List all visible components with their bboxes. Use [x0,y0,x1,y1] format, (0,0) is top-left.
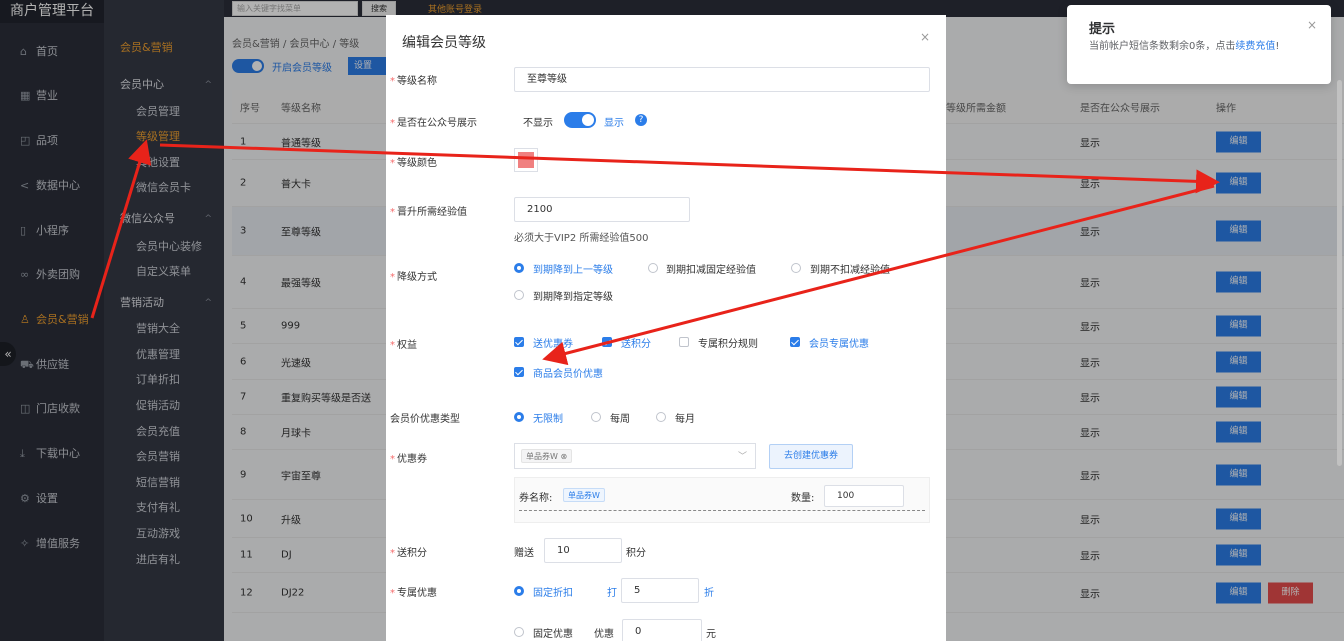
page-scrollbar[interactable] [1337,80,1342,466]
level-color-picker[interactable] [514,148,538,172]
public-display-toggle[interactable] [564,112,596,128]
rights-label: * 权益 [390,340,417,351]
member-price-radio[interactable] [656,412,666,422]
help-icon[interactable]: ? [635,114,647,126]
public-display-label: * 是否在公众号展示 [390,118,477,129]
discount-suffix: 折 [704,588,714,599]
rights-option-label[interactable]: 会员专属优惠 [809,335,869,350]
rights-checkbox[interactable] [679,337,689,347]
downgrade-option-radio[interactable] [514,290,524,300]
coupon-label: * 优惠券 [390,454,427,465]
downgrade-option-radio[interactable] [791,263,801,273]
member-price-type-label: 会员价优惠类型 [390,414,460,425]
rights-checkbox[interactable] [514,337,524,347]
edit-member-level-dialog: 编辑会员等级 × * 等级名称 至尊等级 * 是否在公众号展示 不显示 显示 ? *… [386,15,946,641]
discount-input[interactable]: 5 [621,578,699,603]
level-color-label: * 等级颜色 [390,158,437,169]
level-name-input[interactable]: 至尊等级 [514,67,930,92]
public-off-label: 不显示 [523,118,553,129]
coupon-name-tag: 单品券W [563,488,605,502]
member-price-option-label[interactable]: 每周 [610,410,630,425]
send-points-suffix: 积分 [626,548,646,559]
member-price-option-label[interactable]: 无限制 [533,410,563,425]
coupon-select[interactable]: 单品券W ⊗ ﹀ [514,443,756,469]
coupon-box-divider [519,510,925,511]
downgrade-option-label[interactable]: 到期扣减固定经验值 [666,261,756,276]
dialog-title: 编辑会员等级 [402,35,486,51]
coupon-detail-box: 券名称: 单品券W 数量: 100 [514,477,930,523]
discount-prefix: 打 [607,588,617,599]
downgrade-option-radio[interactable] [648,263,658,273]
notification-toast: 提示 × 当前帐户短信条数剩余0条，点击续费充值! [1067,5,1331,84]
fixed-discount-label[interactable]: 固定折扣 [533,584,573,599]
level-name-label: * 等级名称 [390,76,437,87]
required-exp-label: * 晋升所需经验值 [390,207,467,218]
send-points-label: * 送积分 [390,548,427,559]
coupon-qty-input[interactable]: 100 [824,485,904,507]
close-icon[interactable]: × [1307,18,1317,32]
toast-message-text: 当前帐户短信条数剩余0条，点击 [1089,41,1236,52]
renew-link[interactable]: 续费充值 [1235,41,1275,52]
member-price-radio[interactable] [591,412,601,422]
create-coupon-button[interactable]: 去创建优惠券 [769,444,853,469]
send-points-input[interactable]: 10 [544,538,622,563]
downgrade-label: * 降级方式 [390,272,437,283]
color-swatch-fill [518,152,534,168]
chevron-down-icon: ﹀ [737,452,747,462]
required-exp-hint: 必须大于VIP2 所需经验值500 [514,233,649,244]
fixed-discount-radio[interactable] [514,586,524,596]
amount-suffix: 元 [706,629,716,640]
selected-coupon-tag: 单品券W ⊗ [521,449,573,463]
member-price-radio[interactable] [514,412,524,422]
downgrade-option-radio[interactable] [514,263,524,273]
close-icon[interactable]: × [920,30,930,44]
member-price-option-label[interactable]: 每月 [675,410,695,425]
rights-option-label[interactable]: 专属积分规则 [698,335,758,350]
public-on-label: 显示 [604,118,624,129]
coupon-qty-label: 数量: [791,493,815,504]
rights-checkbox[interactable] [602,337,612,347]
send-points-prefix: 赠送 [514,548,534,559]
selected-coupon-tag-text: 单品券W [526,452,558,461]
downgrade-option-label[interactable]: 到期不扣减经验值 [810,261,890,276]
fixed-amount-radio[interactable] [514,627,524,637]
rights-checkbox[interactable] [514,367,524,377]
exclusive-discount-label: * 专属优惠 [390,588,437,599]
amount-input[interactable]: 0 [622,619,702,641]
required-exp-input[interactable]: 2100 [514,197,690,222]
rights-option-label[interactable]: 送优惠券 [533,335,573,350]
amount-prefix: 优惠 [594,629,614,640]
downgrade-option-label[interactable]: 到期降到上一等级 [533,261,613,276]
coupon-name-label: 券名称: [519,493,553,504]
downgrade-option-label[interactable]: 到期降到指定等级 [533,288,613,303]
toast-message: 当前帐户短信条数剩余0条，点击续费充值! [1089,39,1315,55]
toast-title: 提示 [1089,22,1116,37]
rights-option-label[interactable]: 商品会员价优惠 [533,365,603,380]
fixed-amount-label[interactable]: 固定优惠 [533,625,573,640]
rights-option-label[interactable]: 送积分 [621,335,651,350]
toast-message-tail: ! [1275,41,1280,52]
rights-checkbox[interactable] [790,337,800,347]
